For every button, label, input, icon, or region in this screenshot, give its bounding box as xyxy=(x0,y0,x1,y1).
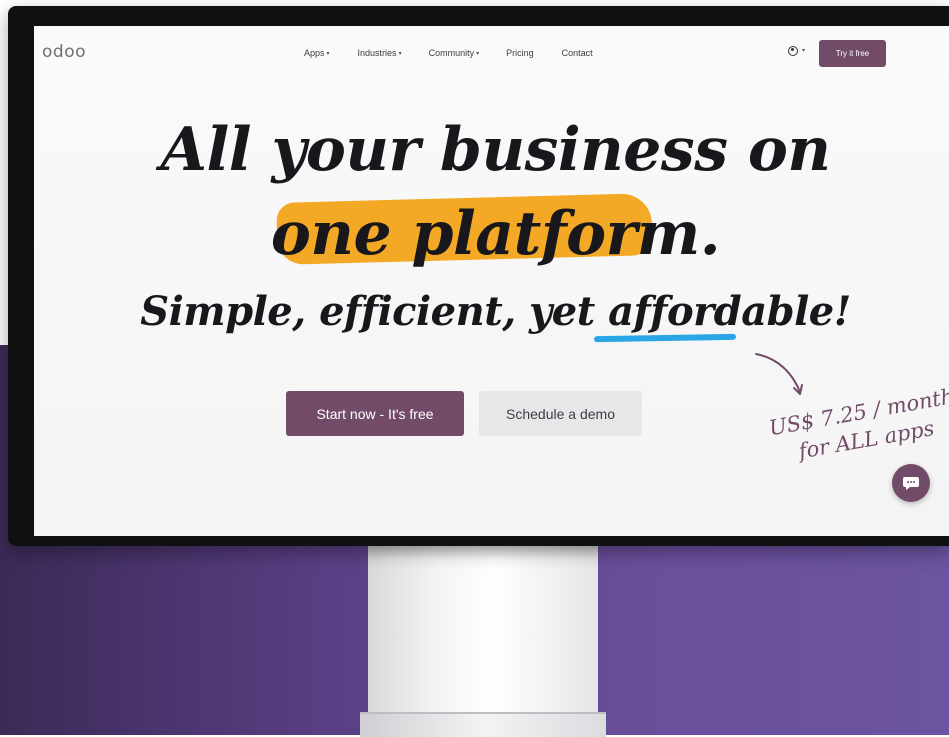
menu-industries-label: Industries xyxy=(357,48,397,58)
monitor-foot xyxy=(360,712,606,737)
menu-apps[interactable]: Apps ▾ xyxy=(304,48,330,58)
caret-down-icon[interactable]: ▾ xyxy=(802,47,805,54)
odoo-logo[interactable]: odoo xyxy=(42,42,86,62)
menu-community[interactable]: Community ▾ xyxy=(429,48,480,58)
menu-contact[interactable]: Contact xyxy=(562,48,593,58)
chat-button[interactable] xyxy=(892,464,930,502)
caret-down-icon: ▾ xyxy=(326,50,330,57)
monitor-stand xyxy=(368,540,598,735)
chat-bubble-icon xyxy=(903,477,919,490)
menu-contact-label: Contact xyxy=(561,48,593,58)
menu-pricing[interactable]: Pricing xyxy=(506,48,534,58)
tagline-underline xyxy=(593,333,737,343)
menu-community-label: Community xyxy=(428,48,475,58)
schedule-demo-button[interactable]: Schedule a demo xyxy=(479,391,642,436)
try-it-free-button[interactable]: Try it free xyxy=(819,40,886,67)
menu-industries[interactable]: Industries ▾ xyxy=(358,48,402,58)
menu-pricing-label: Pricing xyxy=(506,48,534,58)
main-menu: Apps ▾ Industries ▾ Community ▾ Pricing … xyxy=(304,48,593,58)
curved-arrow-icon xyxy=(755,353,803,395)
caret-down-icon: ▾ xyxy=(476,50,480,57)
top-navbar: odoo Apps ▾ Industries ▾ Community ▾ Pri… xyxy=(34,26,949,81)
caret-down-icon: ▾ xyxy=(398,50,402,57)
headline-line-1: All your business on xyxy=(160,115,831,185)
tagline: Simple, efficient, yet affordable! xyxy=(140,288,851,335)
menu-apps-label: Apps xyxy=(304,48,325,58)
monitor-frame: odoo Apps ▾ Industries ▾ Community ▾ Pri… xyxy=(8,6,949,546)
website-screen: odoo Apps ▾ Industries ▾ Community ▾ Pri… xyxy=(34,26,949,536)
headline-line-2: one platform. xyxy=(270,199,721,269)
start-now-button[interactable]: Start now - It's free xyxy=(286,391,464,436)
user-circle-icon[interactable] xyxy=(788,46,798,56)
